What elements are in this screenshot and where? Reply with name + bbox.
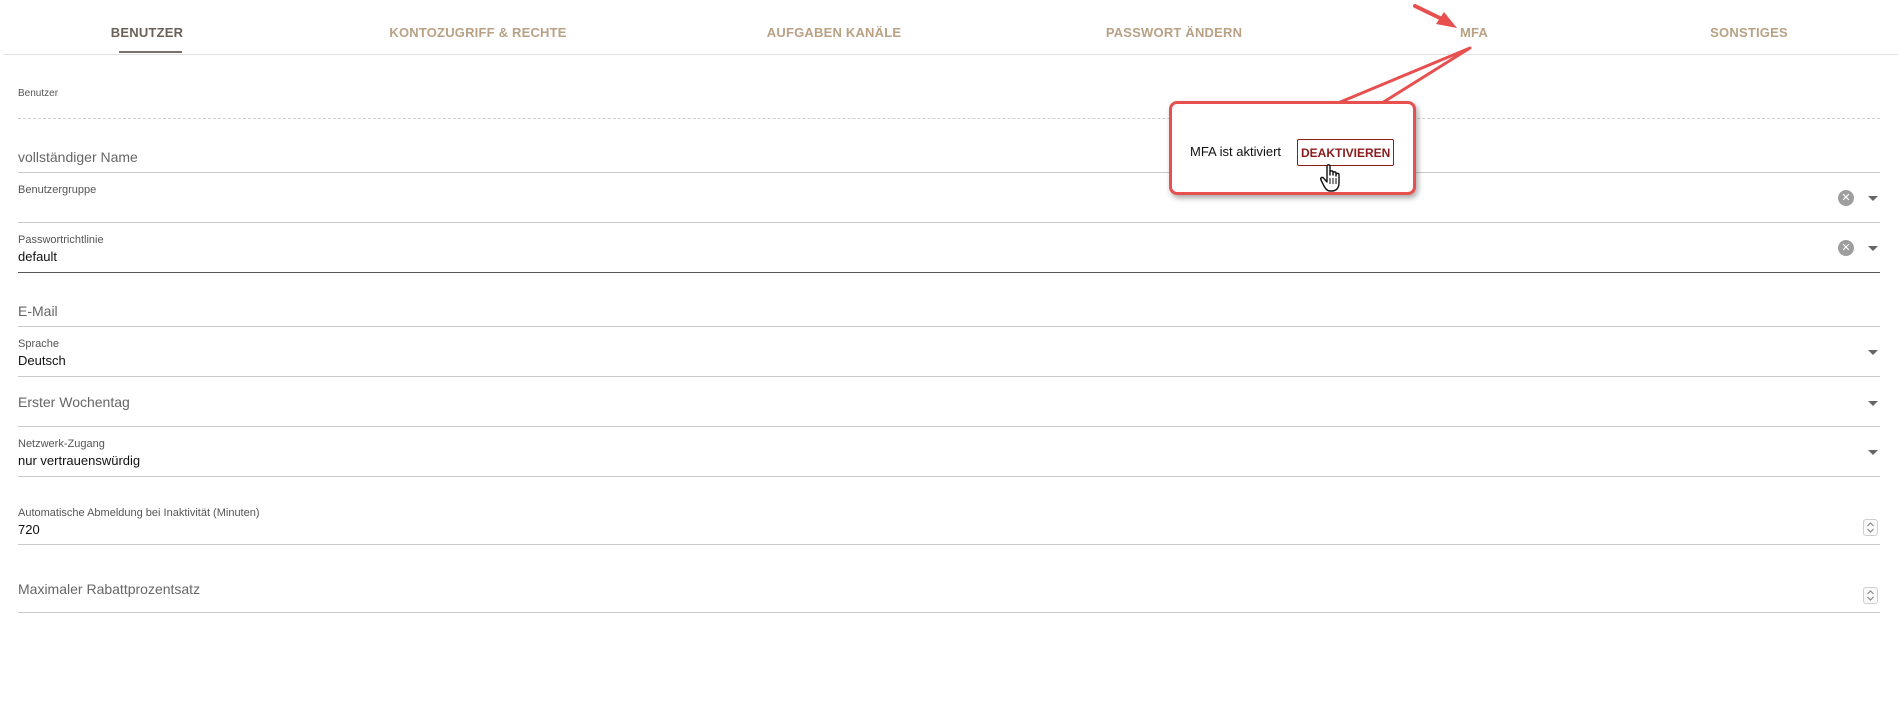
- user-group-select[interactable]: Benutzergruppe ✕: [18, 172, 1880, 223]
- section-divider: [18, 118, 1880, 119]
- language-select[interactable]: Sprache Deutsch: [18, 326, 1880, 377]
- clear-circle-icon[interactable]: ✕: [1838, 190, 1854, 206]
- network-access-select[interactable]: Netzwerk-Zugang nur vertrauenswürdig: [18, 426, 1880, 477]
- caret-down-icon[interactable]: [1868, 246, 1878, 251]
- auto-logout-label: Automatische Abmeldung bei Inaktivität (…: [18, 507, 260, 519]
- mfa-status-text: MFA ist aktiviert: [1190, 144, 1282, 159]
- mfa-popup: MFA ist aktiviert DEAKTIVIEREN: [1169, 101, 1416, 195]
- first-weekday-select[interactable]: Erster Wochentag: [18, 376, 1880, 427]
- user-group-label: Benutzergruppe: [18, 184, 97, 196]
- caret-down-icon[interactable]: [1868, 350, 1878, 355]
- password-policy-value: default: [18, 249, 58, 264]
- number-spinner-icon[interactable]: [1863, 519, 1878, 536]
- number-spinner-icon[interactable]: [1863, 587, 1878, 604]
- language-label: Sprache: [18, 338, 59, 350]
- tab-sonstiges[interactable]: Sonstiges: [1710, 0, 1788, 54]
- callout-tail: [1336, 46, 1472, 105]
- password-policy-label: Passwortrichtlinie: [18, 234, 104, 246]
- password-policy-select[interactable]: Passwortrichtlinie default ✕: [18, 222, 1880, 273]
- network-access-value: nur vertrauenswürdig: [18, 453, 141, 468]
- auto-logout-field[interactable]: Automatische Abmeldung bei Inaktivität (…: [18, 476, 1880, 545]
- network-access-label: Netzwerk-Zugang: [18, 438, 105, 450]
- deactivate-mfa-button[interactable]: DEAKTIVIEREN: [1297, 139, 1395, 166]
- clear-circle-icon[interactable]: ✕: [1838, 240, 1854, 256]
- tab-benutzer[interactable]: Benutzer: [111, 0, 183, 54]
- tab-aufgaben-kanaele[interactable]: Aufgaben Kanäle: [767, 0, 901, 54]
- first-weekday-placeholder: Erster Wochentag: [18, 394, 130, 410]
- section-title: Benutzer: [18, 88, 59, 99]
- max-discount-field[interactable]: Maximaler Rabattprozentsatz: [18, 544, 1880, 613]
- language-value: Deutsch: [18, 353, 66, 368]
- caret-down-icon[interactable]: [1868, 450, 1878, 455]
- full-name-placeholder: vollständiger Name: [18, 149, 138, 165]
- auto-logout-value: 720: [18, 522, 40, 537]
- full-name-field[interactable]: vollständiger Name: [18, 136, 1880, 173]
- max-discount-placeholder: Maximaler Rabattprozentsatz: [18, 581, 201, 597]
- caret-down-icon[interactable]: [1868, 196, 1878, 201]
- tab-kontozugriff-rechte[interactable]: Kontozugriff & Rechte: [389, 0, 566, 54]
- email-placeholder: E-Mail: [18, 303, 58, 319]
- email-field[interactable]: E-Mail: [18, 272, 1880, 327]
- caret-down-icon[interactable]: [1868, 401, 1878, 406]
- active-tab-indicator: [119, 51, 182, 53]
- tab-passwort-aendern[interactable]: Passwort ändern: [1106, 0, 1242, 54]
- tab-bar: Benutzer Kontozugriff & Rechte Aufgaben …: [4, 0, 1898, 55]
- tab-mfa[interactable]: MFA: [1460, 0, 1488, 54]
